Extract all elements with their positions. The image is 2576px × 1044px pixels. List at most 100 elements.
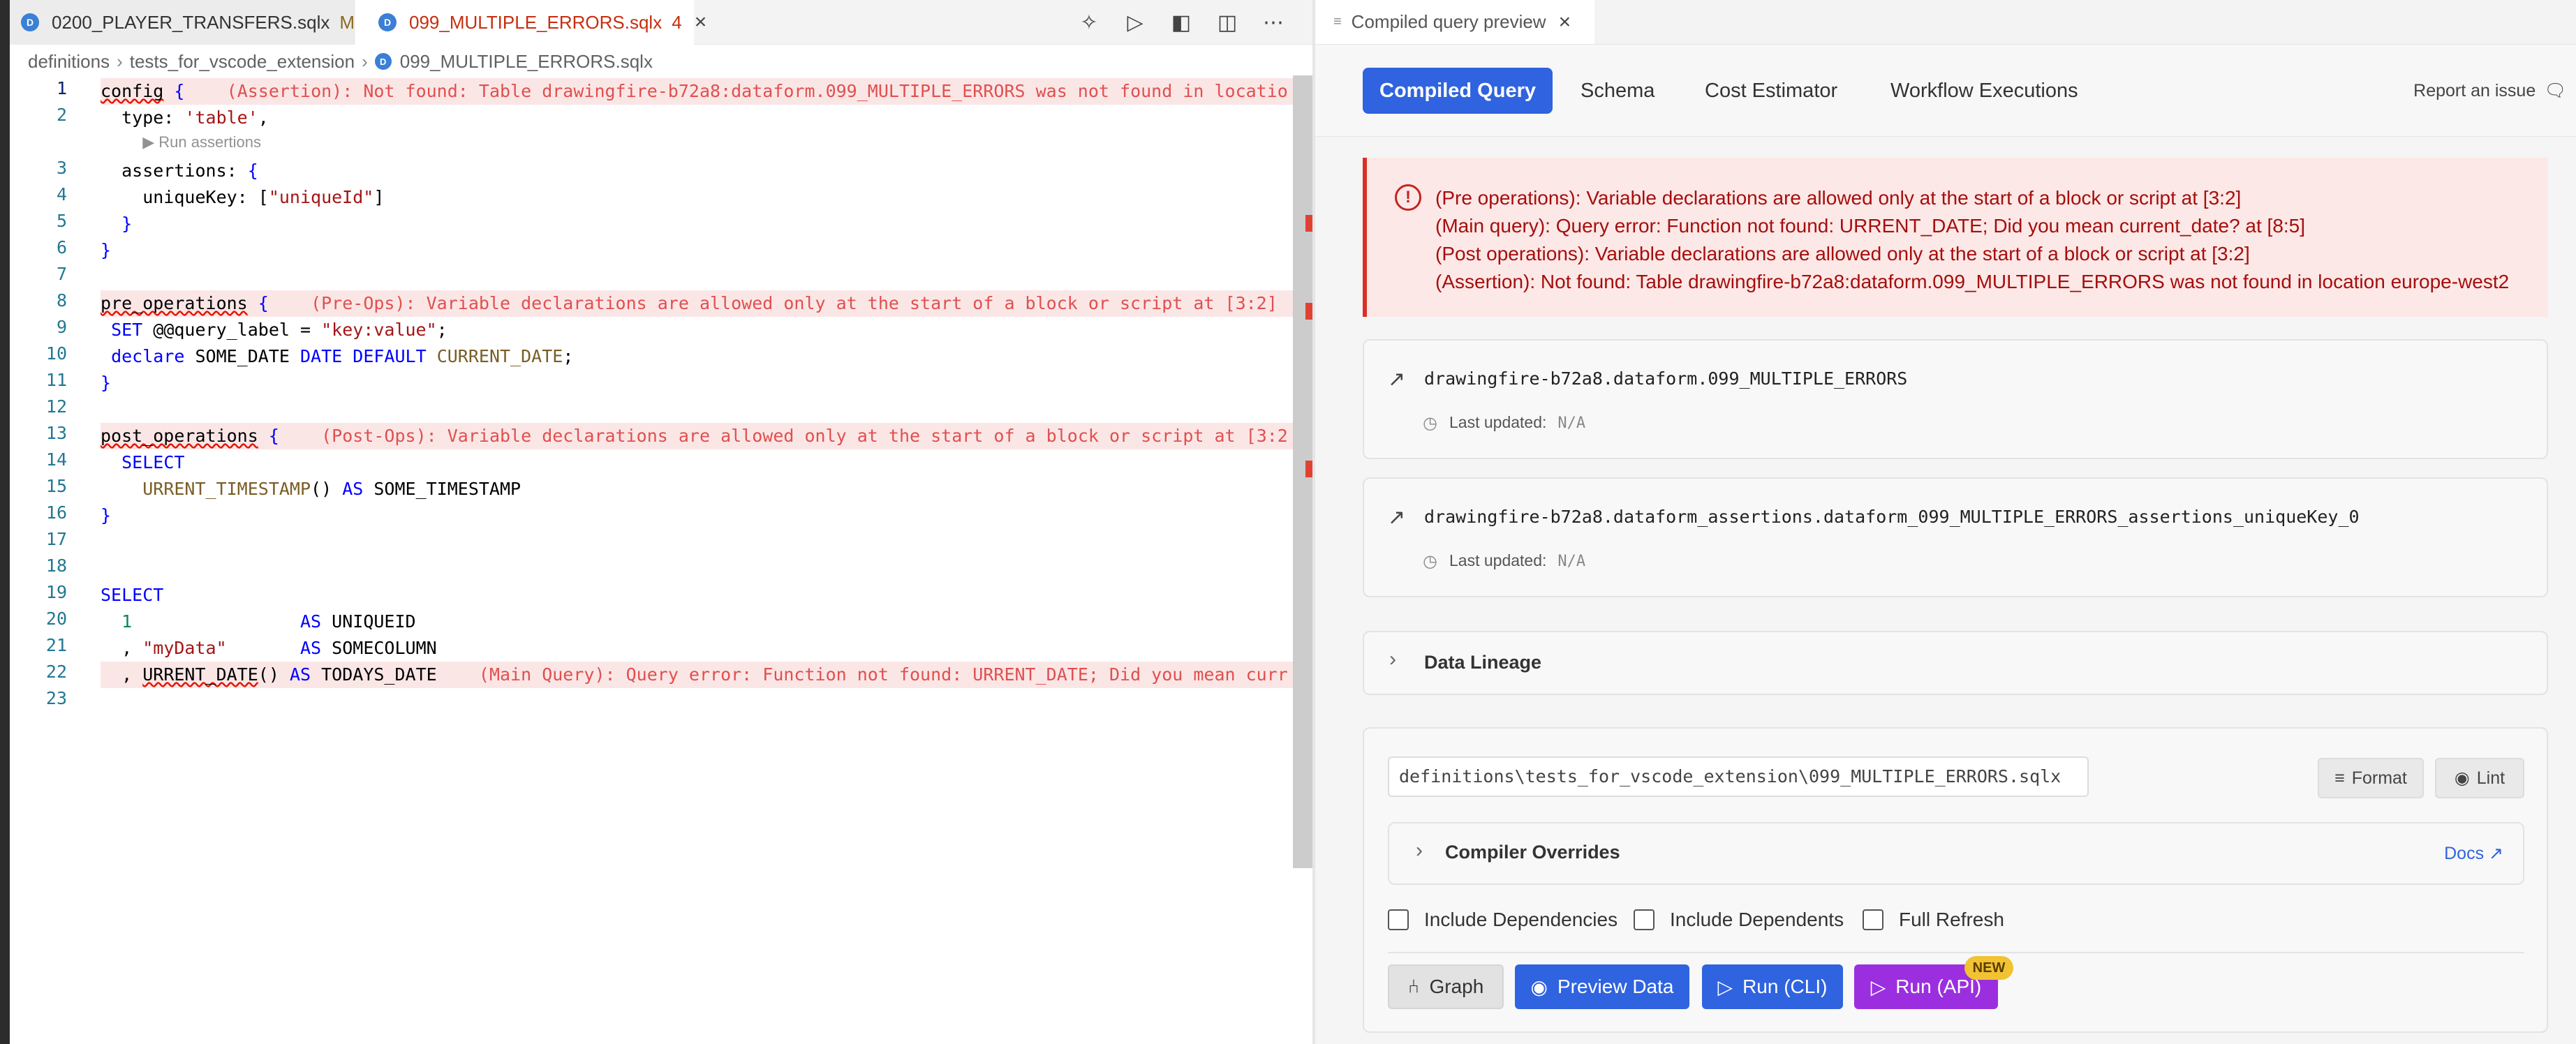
target-name[interactable]: drawingfire-b72a8.dataform_assertions.da… <box>1424 507 2360 527</box>
close-tab-icon[interactable]: × <box>695 10 707 34</box>
code-line-10[interactable]: declare SOME_DATE DATE DEFAULT CURRENT_D… <box>101 343 1294 370</box>
code-line-5[interactable]: } <box>101 211 1294 237</box>
code-line-8[interactable]: pre_operations { (Pre-Ops): Variable dec… <box>101 290 1294 317</box>
run-cli-label: Run (CLI) <box>1742 976 1828 997</box>
line-number: 23 <box>45 688 67 708</box>
error-message: (Main query): Query error: Function not … <box>1435 215 2306 237</box>
lint-button[interactable]: ◉ Lint <box>2435 758 2524 798</box>
target-card-assertion: ↗ drawingfire-b72a8.dataform_assertions.… <box>1363 477 2548 597</box>
compiler-overrides-section[interactable]: › Compiler Overrides Docs ↗ <box>1388 822 2524 885</box>
split-editor-icon[interactable]: ◫ <box>1215 10 1240 35</box>
inline-error-postops: (Post-Ops): Variable declarations are al… <box>321 426 1288 446</box>
checkbox[interactable] <box>1388 909 1409 930</box>
clock-icon: ◷ <box>1423 414 1437 433</box>
breadcrumb: definitions › tests_for_vscode_extension… <box>28 47 653 75</box>
graph-button[interactable]: ⑃ Graph <box>1388 964 1504 1009</box>
error-count-badge: 4 <box>672 11 682 33</box>
eye-icon: ◉ <box>1530 976 1548 998</box>
line-number: 18 <box>45 555 67 576</box>
data-lineage-section[interactable]: › Data Lineage <box>1363 631 2548 695</box>
code-line-16[interactable]: } <box>101 502 1294 529</box>
clock-icon: ◷ <box>1423 552 1437 571</box>
breadcrumb-file[interactable]: 099_MULTIPLE_ERRORS.sqlx <box>400 51 653 73</box>
preview-nav: Compiled Query Schema Cost Estimator Wor… <box>1315 45 2576 137</box>
preview-data-button[interactable]: ◉ Preview Data <box>1515 964 1689 1009</box>
message-icon: 🗨 <box>2544 80 2566 100</box>
eye-icon: ◉ <box>2454 768 2470 788</box>
line-number: 14 <box>45 449 67 470</box>
preview-icon: ≡ <box>1333 14 1342 29</box>
tab-multiple-errors[interactable]: D 099_MULTIPLE_ERRORS.sqlx 4 × <box>355 0 706 45</box>
code-line-6[interactable]: } <box>101 237 1294 264</box>
code-line-2[interactable]: type: 'table', <box>101 105 1294 131</box>
last-updated-value: N/A <box>1557 415 1586 432</box>
code-line-19[interactable]: SELECT <box>101 582 1294 609</box>
tab-workflow-executions[interactable]: Workflow Executions <box>1890 68 2078 114</box>
code-line-11[interactable]: } <box>101 370 1294 396</box>
checkbox-label: Full Refresh <box>1899 909 2004 930</box>
compilation-errors: ! (Pre operations): Variable declaration… <box>1363 158 2548 317</box>
code-line-15[interactable]: URRENT_TIMESTAMP() AS SOME_TIMESTAMP <box>101 476 1294 502</box>
code-line-1[interactable]: config { (Assertion): Not found: Table d… <box>101 78 1294 105</box>
report-issue-link[interactable]: Report an issue 🗨 <box>2413 75 2566 106</box>
line-number: 6 <box>56 237 67 258</box>
full-refresh-checkbox[interactable]: Full Refresh <box>1863 907 2004 932</box>
tab-cost-estimator[interactable]: Cost Estimator <box>1705 68 1837 114</box>
line-number: 8 <box>56 290 67 311</box>
dataform-file-icon: D <box>378 13 397 31</box>
line-number: 10 <box>45 343 67 364</box>
code-line-9[interactable]: SET @@query_label = "key:value"; <box>101 317 1294 343</box>
checkbox-label: Include Dependencies <box>1424 909 1618 930</box>
sparkle-icon[interactable]: ✧ <box>1076 10 1102 35</box>
compiler-overrides-label: Compiler Overrides <box>1445 842 1620 863</box>
chevron-right-icon: › <box>117 50 123 72</box>
checkbox[interactable] <box>1863 909 1883 930</box>
code-line-20[interactable]: 1 AS UNIQUEID <box>101 609 1294 635</box>
format-button[interactable]: ≡ Format <box>2318 758 2424 798</box>
code-line-22[interactable]: , URRENT_DATE() AS TODAYS_DATE (Main Que… <box>101 662 1294 688</box>
line-number: 20 <box>45 609 67 629</box>
preview-panel-icon[interactable]: ◧ <box>1169 10 1194 35</box>
tab-label: Compiled query preview <box>1351 11 1546 32</box>
line-number: 5 <box>56 211 67 231</box>
line-number: 22 <box>45 662 67 682</box>
code-line-13[interactable]: post_operations { (Post-Ops): Variable d… <box>101 423 1294 449</box>
tab-compiled-query[interactable]: Compiled Query <box>1363 68 1553 114</box>
activity-bar <box>0 0 10 1044</box>
last-updated: Last updated: N/A <box>1449 551 1585 570</box>
breadcrumb-folder[interactable]: tests_for_vscode_extension <box>130 51 355 73</box>
file-path-field[interactable]: definitions\tests_for_vscode_extension\0… <box>1388 756 2089 797</box>
tab-player-transfers[interactable]: D 0200_PLAYER_TRANSFERS.sqlx M <box>10 0 355 45</box>
docs-link[interactable]: Docs ↗ <box>2444 843 2503 864</box>
line-number: 11 <box>45 370 67 390</box>
code-area[interactable]: 1 2 3 4 5 6 7 8 9 10 11 12 13 14 15 16 1… <box>10 75 1294 708</box>
report-issue-label: Report an issue <box>2413 80 2536 100</box>
line-number: 15 <box>45 476 67 496</box>
checkbox[interactable] <box>1634 909 1655 930</box>
include-dependents-checkbox[interactable]: Include Dependents <box>1634 907 1844 932</box>
dataform-file-icon: D <box>374 53 392 70</box>
checkbox-label: Include Dependents <box>1670 909 1844 930</box>
run-assertions-link[interactable]: ▶ Run assertions <box>142 133 261 151</box>
code-lens[interactable]: ▶ Run assertions <box>101 131 1294 152</box>
breadcrumb-definitions[interactable]: definitions <box>28 51 110 73</box>
include-dependencies-checkbox[interactable]: Include Dependencies <box>1388 907 1618 932</box>
external-link-icon[interactable]: ↗ <box>1388 505 1405 530</box>
code-line-4[interactable]: uniqueKey: ["uniqueId"] <box>101 184 1294 211</box>
code-line-3[interactable]: assertions: { <box>101 158 1294 184</box>
line-number: 3 <box>56 158 67 178</box>
tab-compiled-query-preview[interactable]: ≡ Compiled query preview × <box>1315 0 1594 45</box>
run-cli-button[interactable]: ▷ Run (CLI) <box>1702 964 1843 1009</box>
code-line-21[interactable]: , "myData" AS SOMECOLUMN <box>101 635 1294 662</box>
run-icon[interactable]: ▷ <box>1123 10 1148 35</box>
tab-schema[interactable]: Schema <box>1581 68 1655 114</box>
code-line-14[interactable]: SELECT <box>101 449 1294 476</box>
close-tab-icon[interactable]: × <box>1559 10 1571 34</box>
run-controls: definitions\tests_for_vscode_extension\0… <box>1363 727 2548 1033</box>
format-lines-icon: ≡ <box>2334 768 2345 788</box>
divider <box>1388 952 2524 953</box>
line-number: 9 <box>56 317 67 337</box>
external-link-icon[interactable]: ↗ <box>1388 367 1405 392</box>
more-actions-icon[interactable]: ⋯ <box>1261 10 1286 35</box>
target-name[interactable]: drawingfire-b72a8.dataform.099_MULTIPLE_… <box>1424 368 1907 389</box>
